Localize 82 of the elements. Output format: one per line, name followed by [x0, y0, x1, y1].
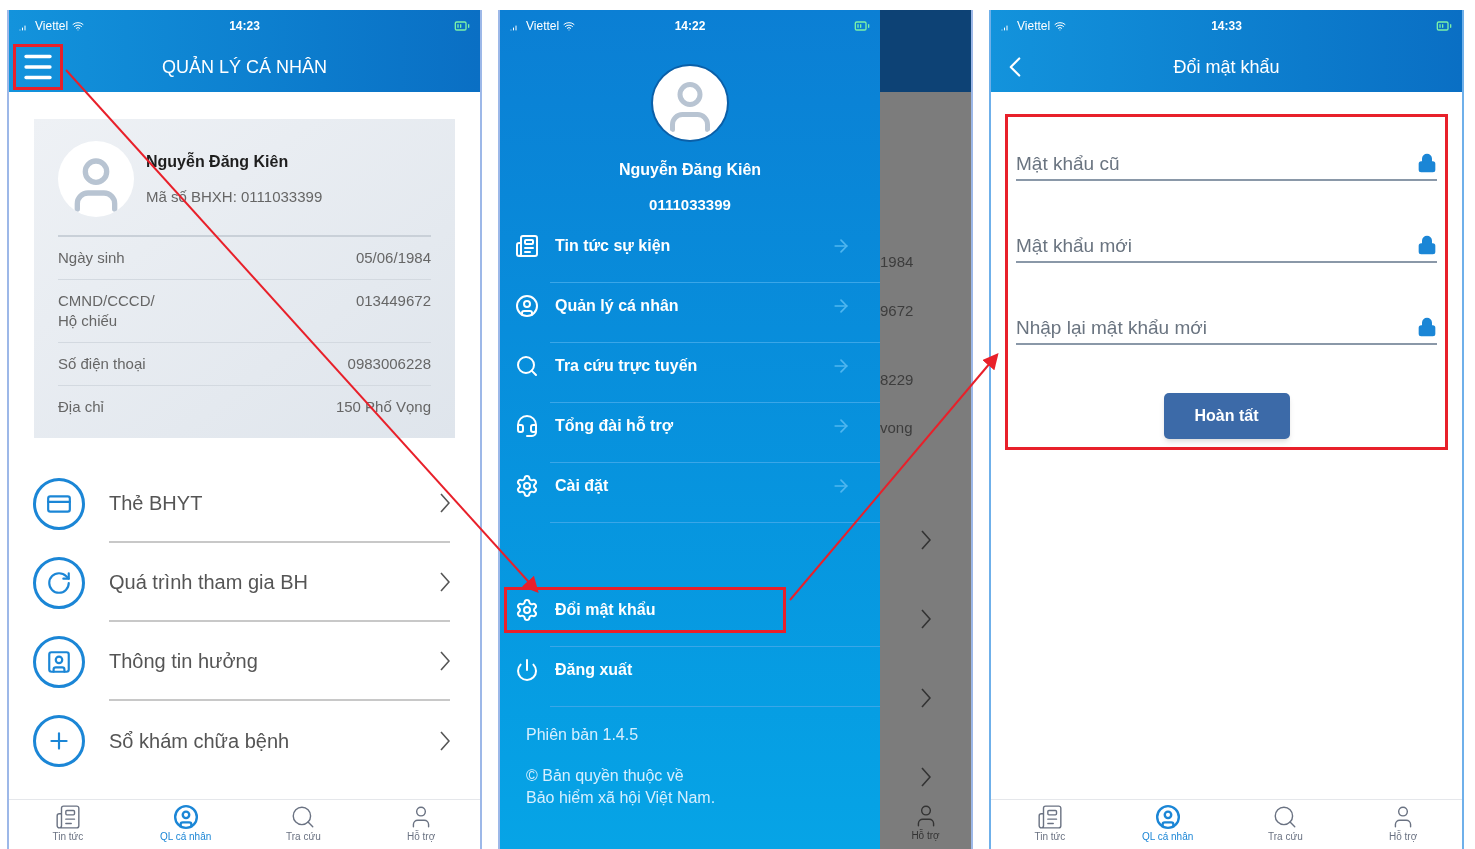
- insurance-number: 0111033399: [649, 195, 731, 215]
- screen-title: QUẢN LÝ CÁ NHÂN: [162, 55, 327, 79]
- user-name: Nguyễn Đăng Kiên: [618, 159, 762, 180]
- battery-icon: [454, 18, 470, 34]
- field-value: 9672: [880, 301, 914, 321]
- field-value: vong: [880, 418, 913, 438]
- copyright-text: Bảo hiểm xã hội Việt Nam.: [526, 787, 717, 808]
- carrier-name: Viettel: [526, 18, 560, 35]
- chevron-right-icon: [440, 492, 450, 513]
- menu-item[interactable]: Quá trình tham gia BH: [9, 543, 480, 622]
- user-circle-icon: [515, 293, 539, 318]
- carrier-name: Viettel: [1017, 18, 1051, 35]
- menu-item[interactable]: Thẻ BHYT: [9, 464, 480, 543]
- chevron-right-icon: [920, 767, 931, 787]
- password-field[interactable]: Mật khẩu mới: [1016, 231, 1417, 261]
- field-label: Ngày sinh: [58, 248, 125, 268]
- power-icon: [515, 657, 539, 682]
- wifi-icon: [72, 20, 85, 32]
- lock-icon: [1417, 235, 1437, 255]
- field-label: Số điện thoại: [58, 354, 146, 374]
- screen-title: Đổi mật khẩu: [1173, 55, 1280, 79]
- carrier-name: Viettel: [35, 18, 69, 35]
- headset-icon: [515, 413, 539, 438]
- chevron-right-icon: [440, 650, 450, 671]
- battery-icon: [854, 18, 870, 34]
- tab-bar-item[interactable]: Hỗ trợ: [1344, 800, 1462, 849]
- field-value: 1984: [880, 252, 914, 272]
- wifi-icon: [1054, 20, 1067, 32]
- chevron-right-icon: [440, 730, 450, 751]
- tab-bar-item[interactable]: Tin tức: [9, 800, 127, 849]
- drawer-item[interactable]: Tra cứu trực tuyến: [504, 342, 876, 389]
- user-name: Nguyễn Đăng Kiên: [146, 151, 290, 172]
- copyright-text: © Bản quyền thuộc về: [526, 765, 685, 786]
- lock-icon: [1417, 153, 1437, 173]
- search-icon: [515, 353, 539, 378]
- chevron-right-icon: [920, 609, 931, 629]
- wifi-icon: [563, 20, 576, 32]
- plus-icon: [33, 714, 85, 767]
- menu-item[interactable]: Thông tin hưởng: [9, 622, 480, 701]
- drawer-item[interactable]: Quản lý cá nhân: [504, 282, 876, 329]
- newspaper-icon: [1036, 804, 1063, 830]
- submit-button[interactable]: Hoàn tất: [1163, 393, 1290, 439]
- tab-bar-item[interactable]: Tra cứu: [244, 800, 363, 849]
- chevron-right-icon: [920, 688, 931, 708]
- field-value: 013449672: [355, 291, 431, 311]
- password-field[interactable]: Nhập lại mật khẩu mới: [1016, 313, 1417, 343]
- tab-bar-item[interactable]: QL cá nhân: [126, 800, 245, 849]
- drawer-item[interactable]: Đổi mật khẩu: [504, 586, 786, 633]
- field-value: 05/06/1984: [355, 248, 431, 268]
- password-field[interactable]: Mật khẩu cũ: [1016, 149, 1417, 179]
- tab-bar-item[interactable]: Tra cứu: [1226, 800, 1345, 849]
- field-value: 0983006228: [347, 354, 431, 374]
- status-time: 14:33: [1211, 18, 1242, 35]
- tab-bar-item[interactable]: QL cá nhân: [1108, 800, 1227, 849]
- user-circle-icon: [172, 804, 199, 830]
- drawer-item[interactable]: Đăng xuất: [504, 646, 876, 693]
- lock-icon: [1417, 317, 1437, 337]
- drawer-item[interactable]: Tổng đài hỗ trợ: [504, 402, 876, 449]
- tab-bar-item[interactable]: Tin tức: [991, 800, 1109, 849]
- card-icon: [33, 477, 85, 530]
- drawer-item[interactable]: Cài đặt: [504, 462, 876, 509]
- user-card-icon: [33, 635, 85, 688]
- tab-bar-item[interactable]: Hỗ trợ: [362, 800, 480, 849]
- field-value: 8229: [880, 370, 914, 390]
- newspaper-icon: [54, 804, 81, 830]
- field-label: Địa chỉ: [58, 397, 104, 417]
- menu-item[interactable]: Sổ khám chữa bệnh: [9, 701, 480, 780]
- refresh-icon: [33, 556, 85, 609]
- field-label: CMND/CCCD/ Hộ chiếu: [58, 291, 155, 331]
- version-text: Phiên bản 1.4.5: [526, 724, 640, 745]
- newspaper-icon: [515, 233, 539, 258]
- chevron-right-icon: [440, 571, 450, 592]
- drawer-item[interactable]: Tin tức sự kiện: [504, 222, 876, 269]
- menu-button[interactable]: [13, 44, 63, 90]
- chevron-right-icon: [920, 530, 931, 550]
- gear-icon: [515, 473, 539, 498]
- status-time: 14:23: [229, 18, 260, 35]
- battery-icon: [1436, 18, 1452, 34]
- gear-icon: [515, 597, 539, 622]
- status-time: 14:22: [674, 18, 706, 35]
- user-circle-icon: [1154, 804, 1181, 830]
- tab-label: Hỗ trợ: [911, 829, 940, 843]
